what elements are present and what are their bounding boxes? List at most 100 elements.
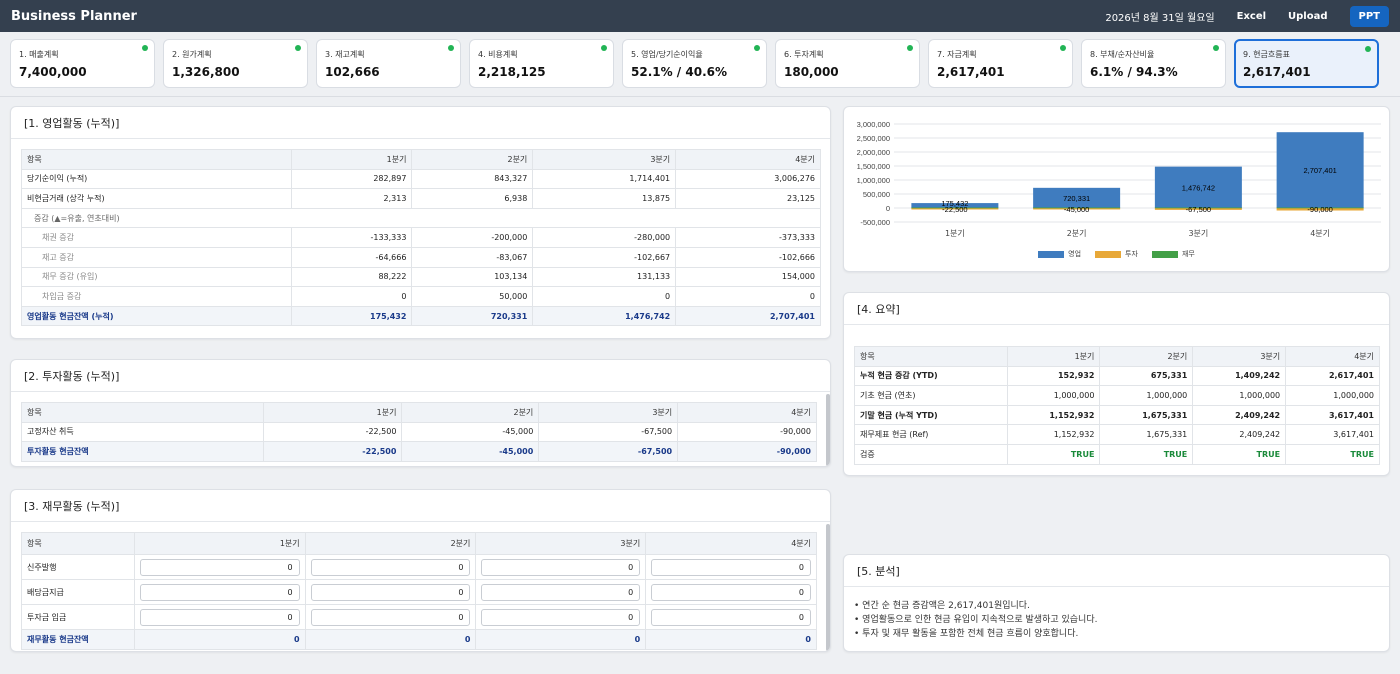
share-issue-input-q4[interactable]: 0 (651, 558, 811, 576)
cell: -22,500 (262, 421, 403, 443)
row-label: 비현금거래 (상각 누적) (21, 188, 292, 209)
share-issue-input-q1[interactable]: 0 (139, 558, 300, 576)
status-dot-icon (601, 45, 607, 51)
legend-swatch (1151, 250, 1178, 258)
ppt-button[interactable]: PPT (1349, 5, 1389, 27)
scrollbar[interactable] (826, 394, 830, 466)
row-label: 재무제표 현금 (Ref) (854, 424, 1008, 445)
cell: 6,938 (411, 188, 534, 209)
col-header: 2분기 (401, 402, 540, 423)
cell: 1,714,401 (532, 168, 677, 190)
table-row: 차입금 증감 0 50,000 0 0 (21, 286, 821, 307)
cell: 0 (133, 604, 306, 630)
legend-item[interactable]: 재무 (1151, 249, 1195, 259)
card-investment-plan[interactable]: 6. 투자계획 180,000 (775, 39, 920, 88)
table-row: 채권 증감 -133,333 -200,000 -280,000 -373,33… (21, 227, 821, 248)
cell: 0 (532, 286, 677, 307)
summary-title: [4. 요약] (844, 293, 1389, 325)
table-row: 기초 현금 (연초) 1,000,000 1,000,000 1,000,000… (854, 385, 1380, 406)
row-label: 증감 (▲=유출, 연초대비) (21, 207, 821, 229)
row-label: 재무활동 현금잔액 (21, 629, 135, 650)
cell: 1,476,742 (532, 305, 677, 327)
legend-swatch (1095, 250, 1122, 258)
investment-deposit-input-q3[interactable]: 0 (481, 608, 641, 626)
operating-data-label: 2,707,401 (1303, 166, 1336, 175)
cell: 0 (645, 629, 817, 650)
y-tick-label: 500,000 (863, 190, 890, 199)
card-expense-plan[interactable]: 4. 비용계획 2,218,125 (469, 39, 614, 88)
table-row: 증감 (▲=유출, 연초대비) (21, 207, 821, 229)
card-sales-plan[interactable]: 1. 매출계획 7,400,000 (10, 39, 155, 88)
card-funding-plan[interactable]: 7. 자금계획 2,617,401 (928, 39, 1073, 88)
dividend-input-q4[interactable]: 0 (651, 583, 811, 601)
cell: 88,222 (290, 266, 413, 288)
y-tick-label: 1,000,000 (857, 176, 890, 185)
status-dot-icon (754, 45, 760, 51)
card-title: 5. 영업/당기순이익율 (631, 50, 703, 59)
col-header: 항목 (21, 149, 292, 170)
cell: 1,000,000 (1192, 385, 1287, 406)
cell: 0 (675, 286, 821, 307)
x-tick-label: 4분기 (1310, 229, 1330, 238)
row-label: 검증 (854, 443, 1008, 465)
col-header: 4분기 (677, 402, 817, 423)
investment-deposit-input-q1[interactable]: 0 (139, 608, 300, 626)
cell: 1,152,932 (1006, 424, 1101, 445)
investment-deposit-input-q2[interactable]: 0 (310, 608, 471, 626)
cell: 3,617,401 (1285, 404, 1380, 426)
table-row: 신주발행 0 0 0 0 (21, 554, 817, 580)
cell: 175,432 (290, 305, 413, 327)
row-label: 신주발행 (21, 554, 135, 580)
cell: 0 (133, 629, 306, 650)
card-title: 1. 매출계획 (19, 50, 59, 59)
card-profit-ratio[interactable]: 5. 영업/당기순이익율 52.1% / 40.6% (622, 39, 767, 88)
col-header: 2분기 (411, 149, 534, 170)
card-title: 4. 비용계획 (478, 50, 518, 59)
cell: -45,000 (401, 421, 540, 443)
share-issue-input-q3[interactable]: 0 (481, 558, 641, 576)
cell: 0 (304, 629, 477, 650)
card-inventory-plan[interactable]: 3. 재고계획 102,666 (316, 39, 461, 88)
scrollbar[interactable] (826, 524, 830, 651)
legend-item[interactable]: 영업 (1038, 249, 1081, 259)
investment-deposit-input-q4[interactable]: 0 (651, 608, 811, 626)
col-header: 항목 (21, 402, 264, 423)
legend-label: 투자 (1125, 250, 1138, 258)
cell: 3,006,276 (675, 168, 821, 190)
upload-button[interactable]: Upload (1288, 11, 1327, 22)
row-label: 누적 현금 증감 (YTD) (854, 365, 1008, 387)
x-tick-label: 3분기 (1188, 229, 1208, 238)
analysis-line: • 연간 순 현금 증감액은 2,617,401원입니다. (854, 601, 1030, 611)
cell: 0 (304, 579, 477, 605)
status-dot-icon (448, 45, 454, 51)
excel-button[interactable]: Excel (1237, 11, 1266, 22)
dividend-input-q2[interactable]: 0 (310, 583, 471, 601)
cell: 0 (133, 579, 306, 605)
dividend-input-q1[interactable]: 0 (139, 583, 300, 601)
row-label: 채무 증감 (유입) (21, 266, 292, 288)
cell: 2,617,401 (1285, 365, 1380, 387)
table-row: 재고 증감 -64,666 -83,067 -102,667 -102,666 (21, 246, 821, 268)
card-cash-flow[interactable]: 9. 현금흐름표 2,617,401 (1234, 39, 1379, 88)
card-value: 52.1% / 40.6% (631, 65, 727, 79)
top-bar: Business Planner 2026년 8월 31일 월요일 Excel … (0, 0, 1400, 32)
row-label: 영업활동 현금잔액 (누적) (21, 305, 292, 327)
card-debt-ratio[interactable]: 8. 부채/순자산비율 6.1% / 94.3% (1081, 39, 1226, 88)
total-row: 영업활동 현금잔액 (누적) 175,432 720,331 1,476,742… (21, 305, 821, 327)
cell: 3,617,401 (1285, 424, 1380, 445)
status-dot-icon (1060, 45, 1066, 51)
investing-panel: [2. 투자활동 (누적)] 항목 1분기 2분기 3분기 4분기 고정자산 취… (10, 359, 831, 467)
cell: 675,331 (1099, 365, 1194, 387)
legend-item[interactable]: 투자 (1095, 249, 1138, 259)
cell: 1,152,932 (1006, 404, 1101, 426)
card-cost-plan[interactable]: 2. 원가계획 1,326,800 (163, 39, 308, 88)
cell: -67,500 (538, 441, 679, 462)
check-cell: TRUE (1285, 443, 1380, 465)
table-row: 비현금거래 (상각 누적) 2,313 6,938 13,875 23,125 (21, 188, 821, 209)
total-row: 투자활동 현금잔액 -22,500 -45,000 -67,500 -90,00… (21, 441, 817, 462)
cash-flow-chart-panel: 3,000,000 2,500,000 2,000,000 1,500,000 1,00… (843, 106, 1390, 272)
card-value: 7,400,000 (19, 65, 87, 79)
status-dot-icon (295, 45, 301, 51)
dividend-input-q3[interactable]: 0 (481, 583, 641, 601)
share-issue-input-q2[interactable]: 0 (310, 558, 471, 576)
